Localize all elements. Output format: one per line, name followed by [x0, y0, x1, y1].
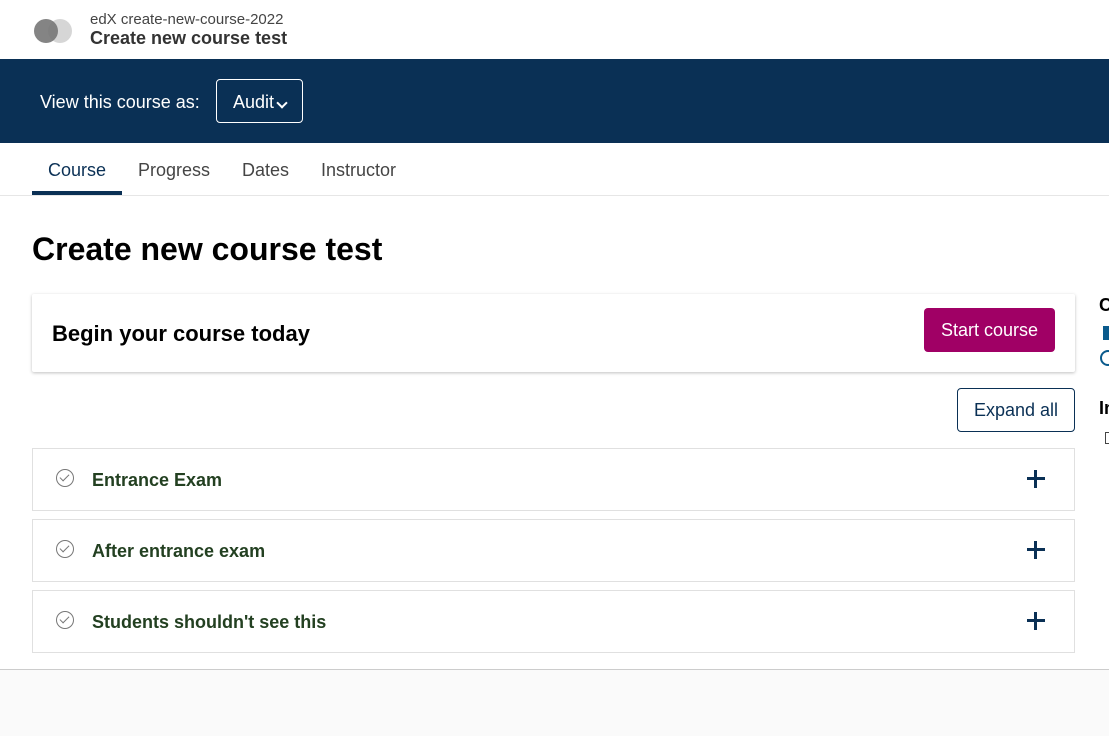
- logo-circle-left: [34, 19, 58, 43]
- course-tabs: Course Progress Dates Instructor: [0, 143, 1109, 196]
- tab-instructor[interactable]: Instructor: [321, 160, 396, 181]
- plus-icon[interactable]: [1027, 541, 1045, 559]
- active-tab-indicator: [32, 191, 122, 195]
- section-row[interactable]: After entrance exam: [32, 519, 1075, 582]
- sidebar-heading-partial: In: [1099, 398, 1109, 418]
- begin-course-card: Begin your course today Start course: [32, 294, 1075, 372]
- masquerade-label: View this course as:: [40, 92, 200, 112]
- tab-course[interactable]: Course: [48, 160, 106, 181]
- start-course-button[interactable]: Start course: [924, 308, 1055, 352]
- link-icon[interactable]: [1100, 350, 1109, 366]
- edx-logo[interactable]: [34, 19, 72, 45]
- plus-icon[interactable]: [1027, 470, 1045, 488]
- section-title: Students shouldn't see this: [92, 612, 327, 632]
- section-title: After entrance exam: [92, 541, 266, 561]
- tab-dates[interactable]: Dates: [242, 160, 289, 181]
- page-title: Create new course test: [32, 231, 383, 267]
- section-row[interactable]: Entrance Exam: [32, 448, 1075, 511]
- check-circle-icon: [56, 540, 74, 558]
- check-circle-icon: [56, 611, 74, 629]
- top-header: edX create-new-course-2022 Create new co…: [0, 0, 1109, 59]
- plus-icon[interactable]: [1027, 612, 1045, 630]
- course-outline: Create new course test Begin your course…: [0, 196, 1109, 670]
- course-title-header: Create new course test: [90, 28, 288, 48]
- course-org: edX create-new-course-2022: [90, 11, 284, 28]
- masquerade-bar: View this course as: Audit: [0, 59, 1109, 143]
- section-row[interactable]: Students shouldn't see this: [32, 590, 1075, 653]
- tab-progress[interactable]: Progress: [138, 160, 210, 181]
- masquerade-selected: Audit: [233, 92, 275, 112]
- masquerade-select[interactable]: Audit: [216, 79, 303, 123]
- chevron-down-icon: [276, 97, 288, 109]
- bookmark-icon[interactable]: [1103, 326, 1109, 340]
- begin-course-text: Begin your course today: [52, 321, 310, 346]
- footer-area: [0, 671, 1109, 736]
- sidebar-heading-partial: C: [1099, 295, 1109, 315]
- check-circle-icon: [56, 469, 74, 487]
- expand-all-button[interactable]: Expand all: [957, 388, 1075, 432]
- section-title: Entrance Exam: [92, 470, 223, 490]
- document-icon[interactable]: [1105, 432, 1109, 444]
